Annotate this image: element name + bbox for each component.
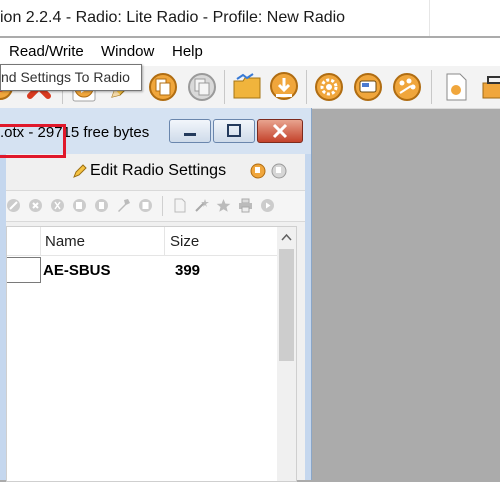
document-icon[interactable] bbox=[440, 71, 472, 103]
open-folder-icon[interactable] bbox=[231, 71, 263, 103]
new-document-icon[interactable] bbox=[172, 198, 187, 213]
tab-paste-icon[interactable] bbox=[271, 163, 287, 179]
radio-settings-icon[interactable] bbox=[352, 71, 384, 103]
menu-help[interactable]: Help bbox=[172, 43, 203, 60]
maximize-button[interactable] bbox=[213, 119, 255, 143]
model-window: .otx - 29715 free bytes Edit Radio Setti… bbox=[0, 108, 312, 482]
edit-icon[interactable] bbox=[6, 198, 21, 213]
close-icon bbox=[272, 123, 288, 139]
model-window-body: Edit Radio Settings Name Size AE-SBUS 39… bbox=[6, 154, 305, 482]
scrollbar-thumb[interactable] bbox=[279, 249, 294, 361]
menu-read-write[interactable]: Read/Write bbox=[9, 43, 84, 60]
tooltip-text: nd Settings To Radio bbox=[1, 69, 130, 85]
model-list: Name Size AE-SBUS 399 bbox=[6, 226, 297, 482]
list-toolbar bbox=[6, 190, 305, 222]
star-icon[interactable] bbox=[216, 198, 231, 213]
palette-icon[interactable] bbox=[391, 71, 423, 103]
magic-wand-icon[interactable] bbox=[194, 198, 209, 213]
minimize-button[interactable] bbox=[169, 119, 211, 143]
cut-icon[interactable] bbox=[50, 198, 65, 213]
edit-settings-icon bbox=[73, 164, 87, 178]
list-header: Name Size bbox=[7, 227, 277, 256]
annotation-highlight-box bbox=[0, 124, 66, 158]
paste-icon[interactable] bbox=[186, 71, 218, 103]
tab-row: Edit Radio Settings bbox=[6, 154, 305, 186]
scroll-up-icon[interactable] bbox=[281, 233, 292, 241]
play-small-icon[interactable] bbox=[260, 198, 275, 213]
app-title-bar: ion 2.2.4 - Radio: Lite Radio - Profile:… bbox=[0, 0, 500, 36]
tab-edit-radio-settings[interactable]: Edit Radio Settings bbox=[90, 162, 226, 180]
list-toolbar-separator bbox=[162, 196, 163, 216]
table-row[interactable]: AE-SBUS 399 bbox=[7, 257, 277, 283]
row-size: 399 bbox=[175, 262, 201, 279]
copy-small-icon[interactable] bbox=[72, 198, 87, 213]
settings-gear-icon[interactable] bbox=[313, 71, 345, 103]
close-button[interactable] bbox=[257, 119, 303, 143]
wrench-icon[interactable] bbox=[116, 198, 131, 213]
toolbox-icon[interactable] bbox=[480, 71, 500, 103]
column-divider[interactable] bbox=[40, 227, 41, 255]
menu-window[interactable]: Window bbox=[101, 43, 154, 60]
tooltip: nd Settings To Radio bbox=[0, 64, 142, 91]
column-divider[interactable] bbox=[164, 227, 165, 255]
maximize-icon bbox=[227, 124, 241, 137]
menu-bar: Read/Write Window Help bbox=[0, 38, 500, 66]
copy-icon[interactable] bbox=[147, 71, 179, 103]
download-icon[interactable] bbox=[268, 71, 300, 103]
toolbar-separator bbox=[224, 70, 225, 104]
toolbar-separator bbox=[306, 70, 307, 104]
toolbar-separator bbox=[431, 70, 432, 104]
column-size[interactable]: Size bbox=[170, 233, 199, 250]
row-name: AE-SBUS bbox=[43, 262, 111, 279]
window-controls bbox=[429, 0, 500, 36]
column-name[interactable]: Name bbox=[45, 233, 85, 250]
vertical-scrollbar[interactable] bbox=[277, 227, 296, 481]
remove-icon[interactable] bbox=[28, 198, 43, 213]
save-small-icon[interactable] bbox=[138, 198, 153, 213]
minimize-icon bbox=[184, 133, 196, 136]
app-title: ion 2.2.4 - Radio: Lite Radio - Profile:… bbox=[0, 9, 346, 26]
tab-copy-icon[interactable] bbox=[250, 163, 266, 179]
print-icon[interactable] bbox=[238, 198, 253, 213]
paste-small-icon[interactable] bbox=[94, 198, 109, 213]
